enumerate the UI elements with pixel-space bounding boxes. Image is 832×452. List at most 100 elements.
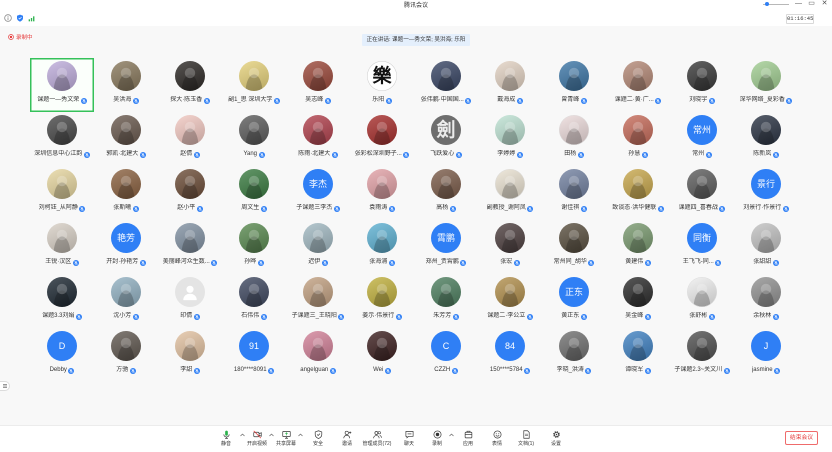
participant-tile[interactable]: 吴洪海	[94, 58, 158, 112]
participant-name: 张舒彬	[689, 313, 708, 319]
collapse-panel-button[interactable]	[0, 381, 10, 391]
participant-name: 高杨	[436, 205, 449, 211]
participant-tile[interactable]: 张海浦	[350, 220, 414, 274]
settings-button[interactable]: 设置	[538, 430, 574, 451]
participant-tile[interactable]: 郭凯·北建大	[94, 112, 158, 166]
participant-tile[interactable]: 常州同_胡华	[542, 220, 606, 274]
participant-tile[interactable]: 张甜甜	[734, 220, 798, 274]
participant-tile[interactable]: 刘晓宇	[670, 58, 734, 112]
participant-tile[interactable]: 吴金峰	[606, 274, 670, 328]
participant-tile[interactable]: Jjasmine	[734, 328, 798, 382]
participant-tile[interactable]: 艳芳 开封·孙艳芳	[94, 220, 158, 274]
participant-tile[interactable]: 吴志峰	[286, 58, 350, 112]
participant-tile[interactable]: 迟伊	[286, 220, 350, 274]
participant-name: Yang	[243, 151, 258, 157]
window-title: 腾讯会议	[403, 3, 428, 9]
participant-tile[interactable]: 常州 常州	[670, 112, 734, 166]
participant-tile[interactable]: 致谈态·洪华健联	[606, 166, 670, 220]
participant-tile[interactable]: 课题二·李公立	[478, 274, 542, 328]
participant-tile[interactable]: 84 150****5784	[478, 328, 542, 382]
participant-tile[interactable]: 谢佳祺	[542, 166, 606, 220]
participant-tile[interactable]: 张伟鹏·中国国...	[414, 58, 478, 112]
participant-tile[interactable]: 课题3.3刘娟	[30, 274, 94, 328]
participant-tile[interactable]: 李杰 子课题三李杰	[286, 166, 350, 220]
participant-tile[interactable]: Yang	[222, 112, 286, 166]
participant-tile[interactable]: 张彩松深圳野子...	[350, 112, 414, 166]
participant-tile[interactable]: 孙晔	[222, 220, 286, 274]
signal-icon[interactable]	[28, 14, 36, 22]
participant-tile[interactable]: 沈小芳	[94, 274, 158, 328]
participant-name: 赵倩	[180, 151, 193, 157]
participant-avatar	[175, 223, 205, 253]
participant-tile[interactable]: D Debby	[30, 328, 94, 382]
participant-tile[interactable]: 副教授_谢阿凤	[478, 166, 542, 220]
participant-tile[interactable]: 子课题三_王晓阳	[286, 274, 350, 328]
recording-indicator[interactable]: 录制中	[8, 32, 33, 41]
avatar-text: 正东	[564, 287, 583, 297]
close-icon[interactable]: ✕	[820, 0, 829, 8]
participant-tile[interactable]: 刘柯钰_从阿静	[30, 166, 94, 220]
participant-tile[interactable]: 李甜	[158, 328, 222, 382]
participant-tile[interactable]: 李婷婷	[478, 112, 542, 166]
participant-tile[interactable]: 孙慧	[606, 112, 670, 166]
avatar-text: 樂	[372, 65, 392, 87]
participant-tile[interactable]: 张宏	[478, 220, 542, 274]
participant-tile[interactable]: 正东 黄正东	[542, 274, 606, 328]
participant-tile[interactable]: 樂乐阳	[350, 58, 414, 112]
participant-tile[interactable]: 袁雨涛	[350, 166, 414, 220]
info-icon[interactable]	[4, 14, 12, 22]
mic-muted-icon	[211, 259, 218, 266]
participant-tile[interactable]: 课题四_喜春战	[670, 166, 734, 220]
participant-tile-active-speaker[interactable]: 课题一—秀文荣	[30, 58, 94, 112]
participant-tile[interactable]: 景行 刘景行·作景行	[734, 166, 798, 220]
participant-tile[interactable]: 劍飞跃爱心	[414, 112, 478, 166]
participant-tile[interactable]: 91 180****8091	[222, 328, 286, 382]
participant-tile[interactable]: Wei	[350, 328, 414, 382]
participant-name-row: 陈新岚	[735, 150, 797, 159]
participant-name-row: 张海浦	[351, 258, 413, 267]
participant-tile[interactable]: 周文生	[222, 166, 286, 220]
participant-tile[interactable]: 王锐·汉区	[30, 220, 94, 274]
participant-tile[interactable]: 黄建伟	[606, 220, 670, 274]
participant-tile[interactable]: 陈雨·北建大	[286, 112, 350, 166]
participant-tile[interactable]: 戴海成	[478, 58, 542, 112]
participant-tile[interactable]: 赵小平	[158, 166, 222, 220]
participant-tile[interactable]: 印倩	[158, 274, 222, 328]
participant-tile[interactable]: angelguan	[286, 328, 350, 382]
participant-tile[interactable]: 余秋林	[734, 274, 798, 328]
participant-tile[interactable]: 同衡 王飞飞-同...	[670, 220, 734, 274]
participant-name: 美丽峰河众生数...	[162, 259, 210, 265]
participant-tile[interactable]: 张斯曦	[94, 166, 158, 220]
participant-tile[interactable]: 李晓_洪涛	[542, 328, 606, 382]
end-meeting-button[interactable]: 结束会议	[785, 431, 818, 445]
participant-tile[interactable]: 石伟伟	[222, 274, 286, 328]
participant-tile[interactable]: 副1_思 深圳大学	[222, 58, 286, 112]
participant-tile[interactable]: C CZZH	[414, 328, 478, 382]
participant-tile[interactable]: 深华网络_夏彩香	[734, 58, 798, 112]
participant-tile[interactable]: 朱芳芳	[414, 274, 478, 328]
participant-tile[interactable]: 曾青峰	[542, 58, 606, 112]
mic-muted-icon	[580, 313, 587, 320]
maximize-icon[interactable]: ▭	[807, 0, 816, 8]
manage-members-button[interactable]: 管理成员(72)	[359, 430, 395, 451]
participant-tile[interactable]: 美丽峰河众生数...	[158, 220, 222, 274]
mic-muted-icon	[132, 313, 139, 320]
volume-slider[interactable]	[763, 2, 789, 6]
participant-tile[interactable]: 子课题2.3~关文川	[670, 328, 734, 382]
participant-tile[interactable]: 霄鹏 郑州_贾霄鹏	[414, 220, 478, 274]
participant-tile[interactable]: 高杨	[414, 166, 478, 220]
participant-tile[interactable]: 谭晓军	[606, 328, 670, 382]
participant-avatar	[367, 169, 397, 199]
shield-icon[interactable]	[16, 14, 24, 22]
participant-name-row: 乐阳	[351, 96, 413, 105]
participant-tile[interactable]: 田杨	[542, 112, 606, 166]
participant-tile[interactable]: 姜示·伟景行	[350, 274, 414, 328]
participant-tile[interactable]: 探大·陈玉香	[158, 58, 222, 112]
participant-tile[interactable]: 方驰	[94, 328, 158, 382]
minimize-icon[interactable]: —	[794, 0, 803, 8]
participant-tile[interactable]: 陈新岚	[734, 112, 798, 166]
participant-tile[interactable]: 深圳信息中心江韵	[30, 112, 94, 166]
participant-tile[interactable]: 张舒彬	[670, 274, 734, 328]
participant-tile[interactable]: 课题二·黄·广...	[606, 58, 670, 112]
participant-tile[interactable]: 赵倩	[158, 112, 222, 166]
